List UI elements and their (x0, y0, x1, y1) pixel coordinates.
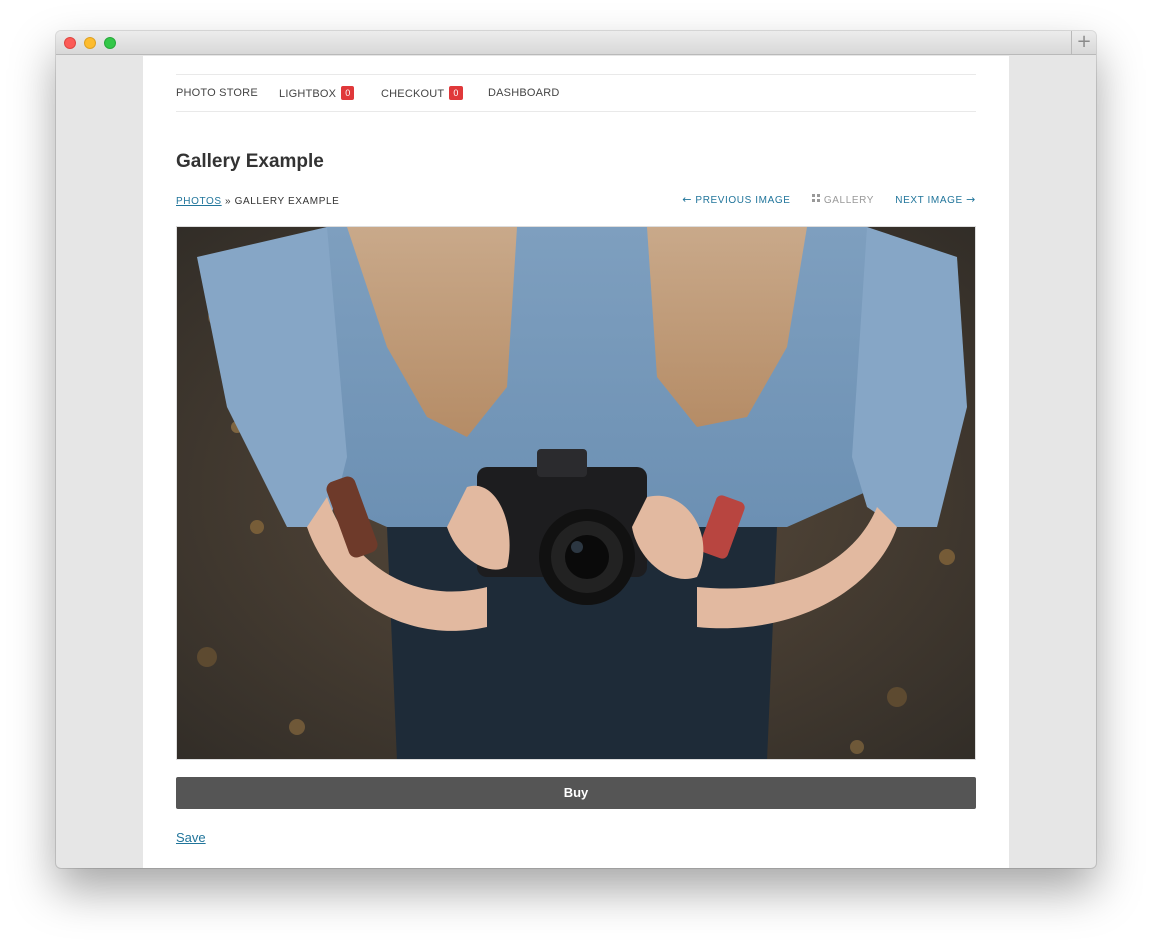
zoom-window-button[interactable] (104, 37, 116, 49)
gallery-label: GALLERY (823, 195, 874, 206)
next-image-link[interactable]: NEXT IMAGE → (895, 193, 976, 206)
previous-image-label: PREVIOUS IMAGE (695, 195, 791, 206)
breadcrumb-photos-link[interactable]: PHOTOS (176, 196, 222, 207)
page-content: PHOTO STORE LIGHTBOX 0 CHECKOUT 0 DASHBOAR… (143, 56, 1009, 868)
nav-lightbox-label: LIGHTBOX (279, 88, 337, 100)
new-tab-plus-icon[interactable]: + (1071, 31, 1096, 55)
grid-icon (811, 194, 820, 202)
buy-button[interactable]: Buy (176, 777, 976, 809)
gallery-photo[interactable] (176, 226, 976, 760)
arrow-left-icon: ← (682, 193, 693, 206)
save-link[interactable]: Save (176, 830, 206, 845)
nav-photo-store-label: PHOTO STORE (176, 87, 258, 99)
breadcrumb-current: GALLERY EXAMPLE (234, 196, 340, 207)
nav-photo-store[interactable]: PHOTO STORE (176, 87, 258, 99)
arrow-right-icon: → (966, 193, 976, 206)
gallery-link[interactable]: GALLERY (811, 194, 874, 206)
browser-window: + PHOTO STORE LIGHTBOX 0 CHECKOUT 0 DASHBO… (56, 31, 1096, 868)
main-nav: PHOTO STORE LIGHTBOX 0 CHECKOUT 0 DASHBOAR… (176, 74, 976, 112)
nav-checkout-label: CHECKOUT (381, 88, 445, 100)
nav-checkout[interactable]: CHECKOUT 0 (381, 86, 463, 101)
lightbox-count-badge: 0 (341, 86, 355, 100)
photo-woman-with-camera (177, 227, 975, 759)
page-title: Gallery Example (176, 151, 324, 172)
close-window-button[interactable] (64, 37, 76, 49)
breadcrumb: PHOTOS » GALLERY EXAMPLE (176, 196, 339, 207)
checkout-count-badge: 0 (449, 86, 463, 100)
previous-image-link[interactable]: ← PREVIOUS IMAGE (682, 193, 791, 206)
title-bar: + (56, 31, 1096, 55)
nav-dashboard[interactable]: DASHBOARD (488, 87, 559, 99)
next-image-label: NEXT IMAGE (895, 195, 963, 206)
image-pager: ← PREVIOUS IMAGE GALLERY NEXT IMAGE → (664, 193, 976, 206)
nav-lightbox[interactable]: LIGHTBOX 0 (279, 86, 355, 101)
minimize-window-button[interactable] (84, 37, 96, 49)
nav-dashboard-label: DASHBOARD (488, 87, 560, 99)
breadcrumb-separator: » (225, 196, 232, 207)
